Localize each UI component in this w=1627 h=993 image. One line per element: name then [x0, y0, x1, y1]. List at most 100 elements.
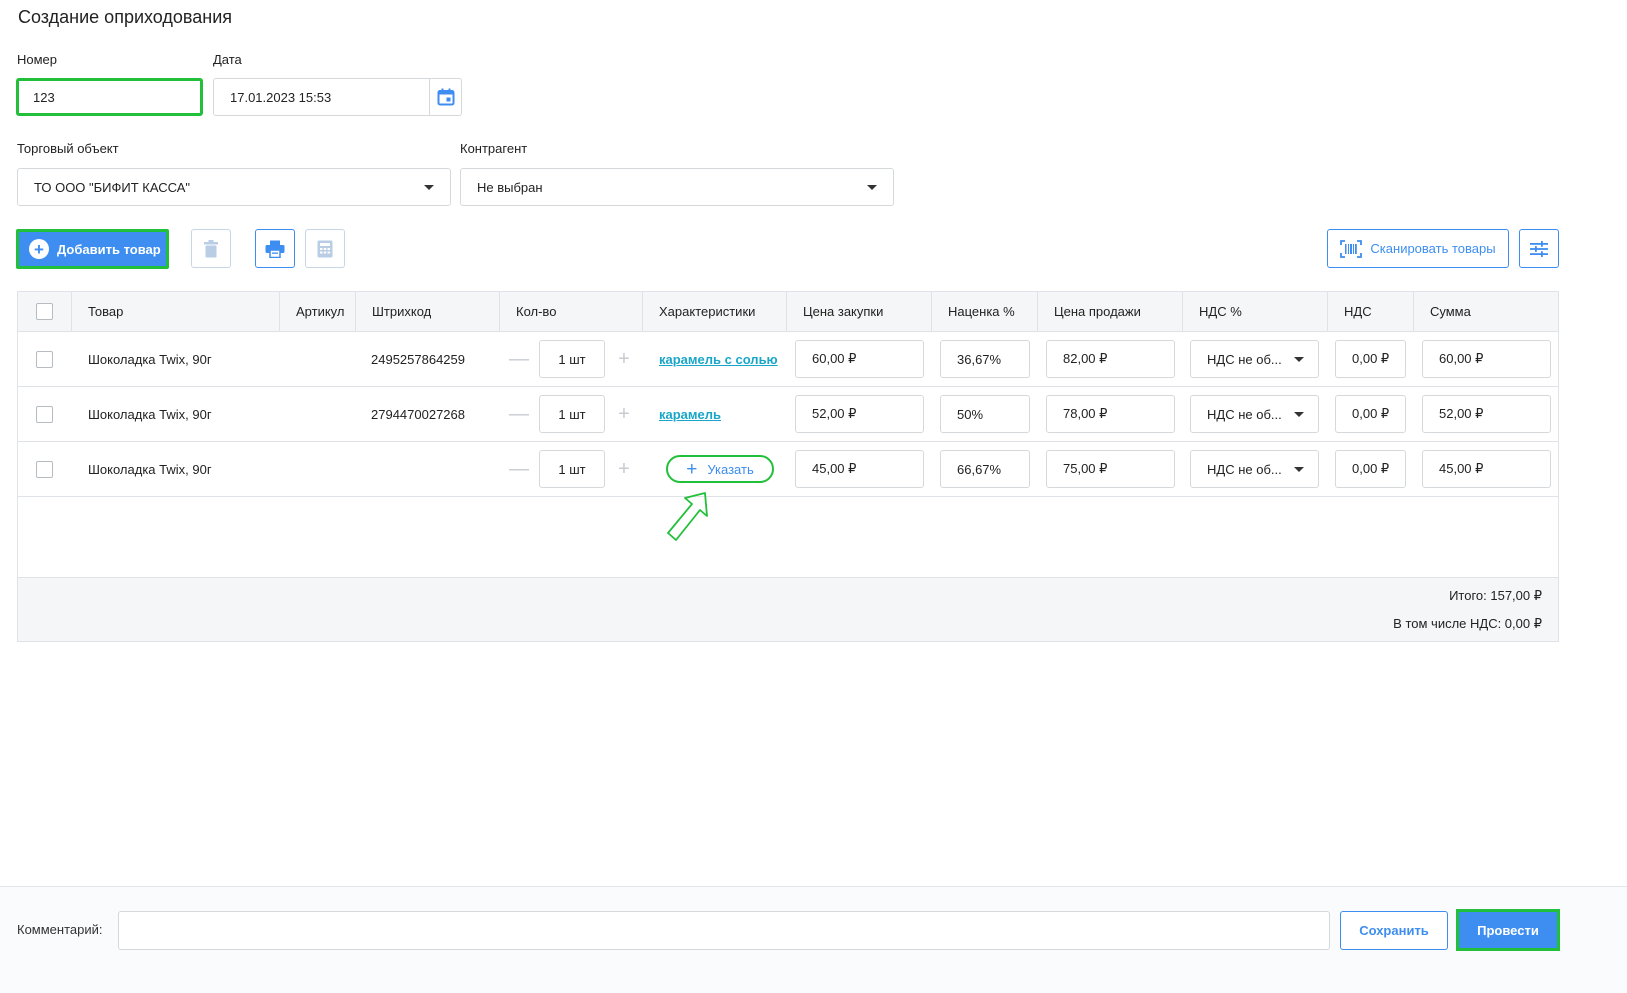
vat-rate-select[interactable]: НДС не об...: [1190, 340, 1319, 378]
quantity-input[interactable]: 1 шт: [539, 450, 605, 488]
add-product-label: Добавить товар: [57, 241, 161, 257]
scan-products-button[interactable]: Сканировать товары: [1327, 229, 1509, 268]
print-icon: [265, 240, 285, 258]
date-input[interactable]: 17.01.2023 15:53: [213, 78, 430, 116]
row-checkbox[interactable]: [36, 350, 53, 368]
chevron-down-icon: [867, 184, 877, 190]
table-row: Шоколадка Twix, 90г 2495257864259 — 1 шт…: [18, 332, 1558, 387]
header-select-all[interactable]: [18, 292, 72, 331]
header-product[interactable]: Товар: [72, 292, 280, 331]
specify-label: Указать: [707, 461, 754, 477]
header-vat[interactable]: НДС: [1328, 292, 1414, 331]
trash-icon: [204, 239, 218, 257]
sale-price-input[interactable]: 75,00 ₽: [1046, 450, 1175, 488]
date-value: 17.01.2023 15:53: [230, 89, 332, 105]
vat-rate-value: НДС не об...: [1207, 351, 1282, 367]
minus-icon[interactable]: —: [509, 442, 529, 496]
number-input[interactable]: 123: [16, 78, 203, 116]
sum-input[interactable]: 52,00 ₽: [1422, 395, 1551, 433]
minus-icon[interactable]: —: [509, 332, 529, 386]
post-button[interactable]: Провести: [1456, 909, 1560, 951]
products-table: Товар Артикул Штрихкод Кол-во Характерис…: [17, 291, 1559, 642]
header-markup[interactable]: Наценка %: [932, 292, 1038, 331]
counterparty-label: Контрагент: [460, 141, 528, 156]
vat-rate-select[interactable]: НДС не об...: [1190, 450, 1319, 488]
table-header: Товар Артикул Штрихкод Кол-во Характерис…: [18, 292, 1558, 332]
product-barcode: 2794470027268: [371, 406, 465, 422]
table-row: Шоколадка Twix, 90г 2794470027268 — 1 шт…: [18, 387, 1558, 442]
purchase-price-input[interactable]: 45,00 ₽: [795, 450, 924, 488]
header-quantity[interactable]: Кол-во: [500, 292, 643, 331]
header-article[interactable]: Артикул: [280, 292, 356, 331]
footer-bar: Комментарий: Сохранить Провести: [0, 886, 1627, 993]
quantity-input[interactable]: 1 шт: [539, 340, 605, 378]
header-purchase-price[interactable]: Цена закупки: [787, 292, 932, 331]
header-barcode[interactable]: Штрихкод: [356, 292, 500, 331]
sale-price-input[interactable]: 78,00 ₽: [1046, 395, 1175, 433]
vat-input[interactable]: 0,00 ₽: [1335, 340, 1406, 378]
save-button[interactable]: Сохранить: [1340, 911, 1448, 950]
total-sum: Итого: 157,00 ₽: [1449, 588, 1542, 603]
sale-price-input[interactable]: 82,00 ₽: [1046, 340, 1175, 378]
store-value: ТО ООО "БИФИТ КАССА": [34, 179, 191, 195]
store-select[interactable]: ТО ООО "БИФИТ КАССА": [17, 168, 451, 206]
store-label: Торговый объект: [17, 141, 119, 156]
add-product-button[interactable]: + Добавить товар: [16, 229, 169, 269]
settings-sliders-icon: [1530, 240, 1548, 257]
vat-rate-value: НДС не об...: [1207, 461, 1282, 477]
sum-input[interactable]: 60,00 ₽: [1422, 340, 1551, 378]
minus-icon[interactable]: —: [509, 387, 529, 441]
vat-input[interactable]: 0,00 ₽: [1335, 395, 1406, 433]
table-row: Шоколадка Twix, 90г — 1 шт + + Указать 4…: [18, 442, 1558, 497]
purchase-price-input[interactable]: 52,00 ₽: [795, 395, 924, 433]
comment-label: Комментарий:: [17, 922, 103, 937]
markup-input[interactable]: 66,67%: [940, 450, 1030, 488]
product-name: Шоколадка Twix, 90г: [88, 406, 212, 422]
comment-input[interactable]: [118, 911, 1330, 950]
calculator-button[interactable]: [305, 229, 345, 268]
chevron-down-icon: [1294, 411, 1304, 417]
scan-products-label: Сканировать товары: [1370, 241, 1496, 256]
characteristic-link[interactable]: карамель: [659, 387, 721, 441]
calculator-icon: [317, 240, 333, 257]
sum-input[interactable]: 45,00 ₽: [1422, 450, 1551, 488]
markup-input[interactable]: 36,67%: [940, 340, 1030, 378]
plus-icon: +: [686, 458, 698, 480]
header-characteristics[interactable]: Характеристики: [643, 292, 787, 331]
characteristic-link[interactable]: карамель с солью: [659, 332, 778, 386]
plus-icon[interactable]: +: [614, 442, 634, 496]
header-vat-rate[interactable]: НДС %: [1183, 292, 1328, 331]
total-vat: В том числе НДС: 0,00 ₽: [1393, 616, 1542, 631]
table-settings-button[interactable]: [1519, 229, 1559, 268]
purchase-price-input[interactable]: 60,00 ₽: [795, 340, 924, 378]
vat-rate-value: НДС не об...: [1207, 406, 1282, 422]
product-name: Шоколадка Twix, 90г: [88, 351, 212, 367]
vat-rate-select[interactable]: НДС не об...: [1190, 395, 1319, 433]
calendar-button[interactable]: [430, 78, 462, 116]
barcode-icon: [1340, 239, 1363, 258]
product-name: Шоколадка Twix, 90г: [88, 461, 212, 477]
chevron-down-icon: [424, 184, 434, 190]
number-label: Номер: [17, 52, 58, 67]
vat-input[interactable]: 0,00 ₽: [1335, 450, 1406, 488]
counterparty-select[interactable]: Не выбран: [460, 168, 894, 206]
delete-button[interactable]: [191, 229, 231, 268]
row-checkbox[interactable]: [36, 460, 53, 478]
print-button[interactable]: [255, 229, 295, 268]
page-title: Создание оприходования: [18, 7, 233, 27]
plus-circle-icon: +: [29, 239, 49, 259]
specify-characteristic-button[interactable]: + Указать: [666, 455, 774, 483]
calendar-icon: [437, 88, 454, 106]
product-barcode: 2495257864259: [371, 351, 465, 367]
plus-icon[interactable]: +: [614, 332, 634, 386]
table-totals: Итого: 157,00 ₽ В том числе НДС: 0,00 ₽: [18, 577, 1558, 641]
quantity-input[interactable]: 1 шт: [539, 395, 605, 433]
date-label: Дата: [213, 52, 242, 67]
select-all-checkbox[interactable]: [36, 303, 53, 320]
row-checkbox[interactable]: [36, 405, 53, 423]
header-sum[interactable]: Сумма: [1414, 292, 1560, 331]
header-sale-price[interactable]: Цена продажи: [1038, 292, 1183, 331]
markup-input[interactable]: 50%: [940, 395, 1030, 433]
chevron-down-icon: [1294, 466, 1304, 472]
plus-icon[interactable]: +: [614, 387, 634, 441]
